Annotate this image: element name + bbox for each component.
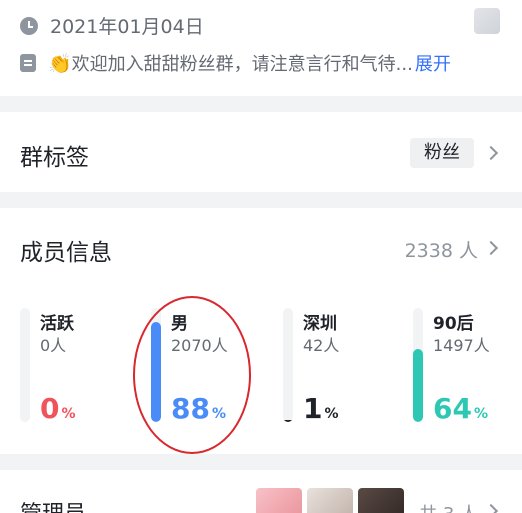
group-tag-title: 群标签	[20, 145, 89, 171]
stat-percent-sign: %	[473, 406, 488, 422]
stat-bar-fill	[283, 420, 293, 422]
stat-percent-number: 64	[433, 392, 472, 425]
chevron-right-icon	[483, 145, 499, 161]
highlight-circle-annotation	[133, 296, 251, 454]
member-info-card: 成员信息 2338 人 活跃 0人 0% 男 2070人 88% 深圳 42人 …	[0, 208, 522, 454]
admin-title: 管理员	[20, 496, 86, 513]
stat-percent-sign: %	[61, 406, 76, 422]
stat-age-90s: 90后 1497人 64%	[413, 308, 522, 428]
admin-count: 共 3 人	[419, 500, 478, 513]
blurred-avatar	[474, 8, 500, 34]
stat-value: 0人	[40, 336, 67, 355]
announcement-text: 欢迎加入甜甜粉丝群，请注意言行和气待...	[71, 54, 413, 75]
stat-label: 90后	[433, 314, 474, 334]
date-row: 2021年01月04日	[20, 12, 204, 39]
stat-percent: 64%	[433, 392, 488, 425]
member-count: 2338 人	[404, 240, 478, 262]
admin-avatar	[307, 488, 353, 513]
announcement-row[interactable]: 👏 欢迎加入甜甜粉丝群，请注意言行和气待... 展开	[20, 50, 504, 76]
group-tag-row[interactable]: 群标签 粉丝	[0, 112, 522, 192]
stat-bar-track	[283, 308, 293, 422]
stat-value: 42人	[303, 336, 340, 355]
chevron-right-icon	[483, 503, 499, 513]
stat-city: 深圳 42人 1%	[283, 308, 403, 428]
clapping-hands-icon: 👏	[48, 52, 72, 75]
stat-label: 活跃	[40, 314, 74, 334]
stat-bar-fill	[413, 349, 423, 422]
stat-percent: 0%	[40, 392, 76, 425]
expand-link[interactable]: 展开	[415, 50, 451, 76]
admin-avatar	[256, 488, 302, 513]
stat-percent-number: 0	[40, 392, 60, 425]
clock-icon	[20, 16, 38, 35]
group-tag-chip: 粉丝	[410, 138, 474, 168]
stat-label: 深圳	[303, 314, 337, 334]
group-created-date: 2021年01月04日	[50, 16, 204, 38]
stat-bar-track	[413, 308, 423, 422]
group-info-card: 2021年01月04日 👏 欢迎加入甜甜粉丝群，请注意言行和气待... 展开	[0, 0, 522, 96]
admin-avatar	[358, 488, 404, 513]
stat-bar-track	[20, 308, 30, 422]
member-info-title: 成员信息	[20, 240, 112, 266]
chevron-right-icon	[483, 240, 499, 256]
document-icon	[20, 54, 36, 72]
stat-percent-sign: %	[324, 406, 339, 422]
stat-percent: 1%	[303, 392, 339, 425]
stat-value: 1497人	[433, 336, 490, 355]
stat-active: 活跃 0人 0%	[20, 308, 140, 428]
stat-percent-number: 1	[303, 392, 323, 425]
admin-row[interactable]: 管理员 共 3 人	[0, 470, 522, 513]
